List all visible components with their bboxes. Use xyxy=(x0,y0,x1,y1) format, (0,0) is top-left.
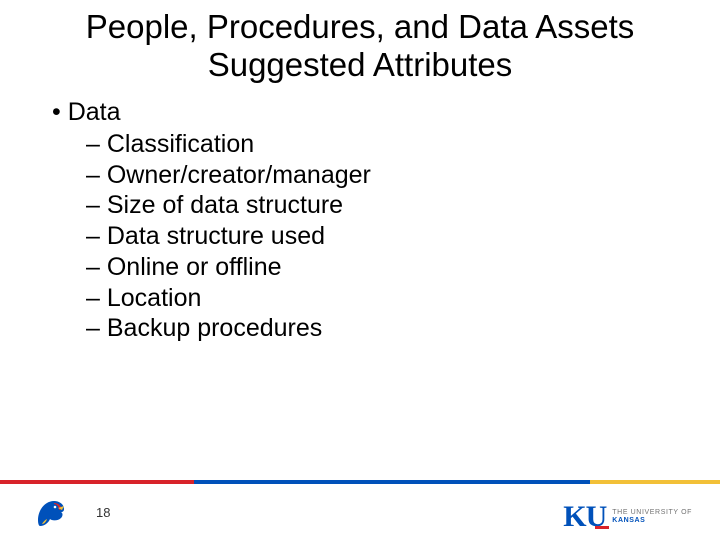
divider-red xyxy=(0,480,194,484)
ku-tagline-2: KANSAS xyxy=(612,517,692,525)
title-line-1: People, Procedures, and Data Assets xyxy=(86,8,635,45)
slide-content: Data Classification Owner/creator/manage… xyxy=(0,84,720,350)
footer-divider xyxy=(0,480,720,484)
sub-item: Online or offline xyxy=(86,252,680,283)
ku-tagline-1: THE UNIVERSITY OF xyxy=(612,509,692,517)
bullet-list-level2: Classification Owner/creator/manager Siz… xyxy=(52,129,680,344)
sub-item: Classification xyxy=(86,129,680,160)
sub-item: Owner/creator/manager xyxy=(86,160,680,191)
bullet-list-level1: Data Classification Owner/creator/manage… xyxy=(52,98,680,350)
slide-title: People, Procedures, and Data Assets Sugg… xyxy=(0,0,720,84)
slide-footer: 18 KU THE UNIVERSITY OF KANSAS xyxy=(0,480,720,540)
sub-item: Data structure used xyxy=(86,221,680,252)
ku-wordmark: KU xyxy=(563,502,606,532)
sub-item: Size of data structure xyxy=(86,190,680,221)
page-number: 18 xyxy=(96,505,110,520)
divider-blue xyxy=(194,480,590,484)
sub-item: Backup procedures xyxy=(86,313,680,344)
bullet-data: Data Classification Owner/creator/manage… xyxy=(52,98,680,344)
jayhawk-icon xyxy=(32,494,68,530)
slide: People, Procedures, and Data Assets Sugg… xyxy=(0,0,720,540)
title-line-2: Suggested Attributes xyxy=(208,46,513,83)
divider-yellow xyxy=(590,480,720,484)
ku-logo-text: THE UNIVERSITY OF KANSAS xyxy=(612,509,692,525)
sub-item: Location xyxy=(86,283,680,314)
bullet-data-label: Data xyxy=(68,98,121,126)
ku-logo: KU THE UNIVERSITY OF KANSAS xyxy=(563,502,692,532)
